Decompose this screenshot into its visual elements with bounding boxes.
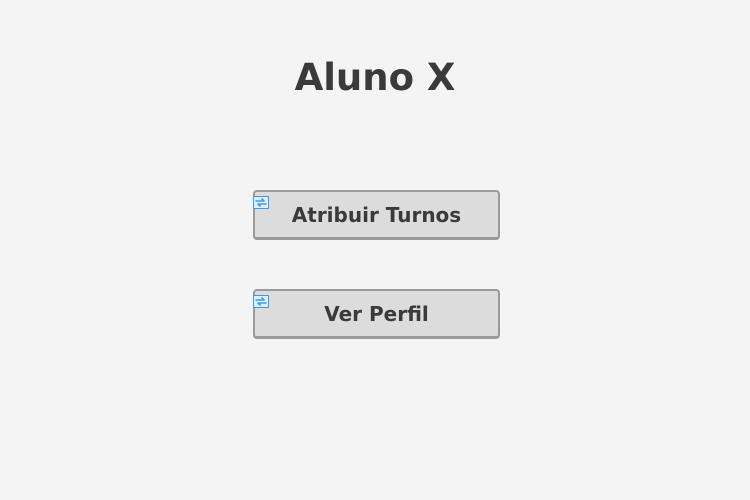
refresh-icon [253,289,269,308]
view-profile-label: Ver Perfil [324,301,429,326]
assign-shifts-button[interactable]: Atribuir Turnos [253,190,500,240]
page-title: Aluno X [294,56,456,99]
refresh-icon [253,190,269,209]
assign-shifts-label: Atribuir Turnos [291,202,462,227]
view-profile-button[interactable]: Ver Perfil [253,289,500,339]
